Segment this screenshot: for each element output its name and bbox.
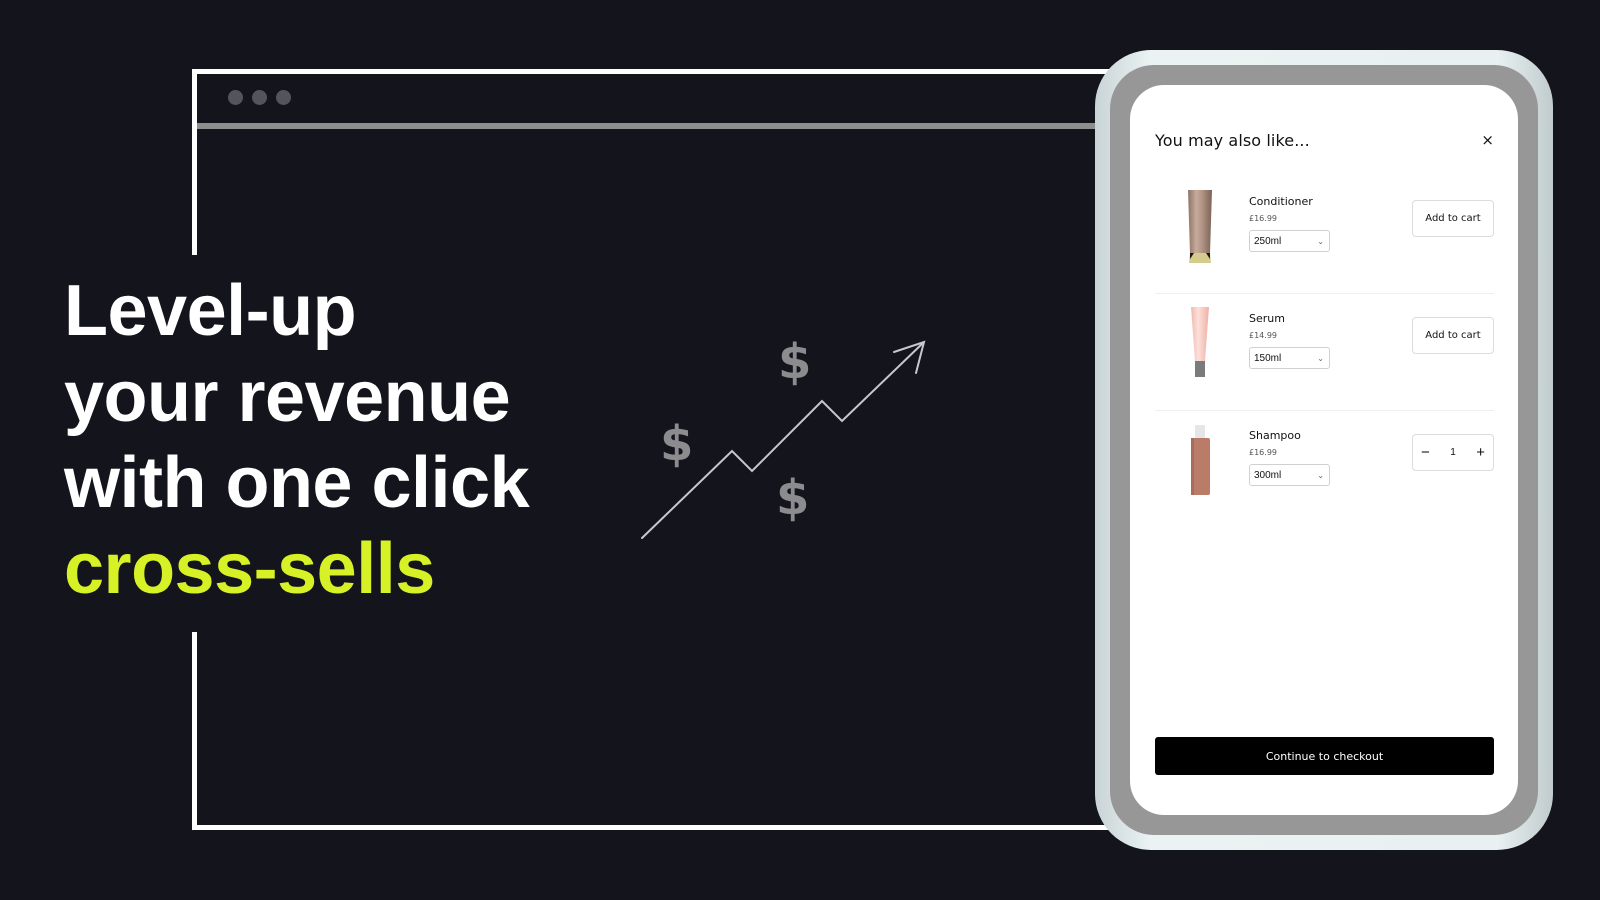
- variant-select[interactable]: 150ml ⌄: [1249, 347, 1330, 369]
- cross-sell-drawer: You may also like... × Conditioner £16.9…: [1130, 85, 1518, 815]
- headline-line: with one click: [64, 443, 530, 523]
- product-row-serum: Serum £14.99 150ml ⌄ Add to cart: [1155, 294, 1494, 411]
- variant-value: 250ml: [1254, 235, 1282, 247]
- variant-select[interactable]: 250ml ⌄: [1249, 230, 1330, 252]
- variant-select[interactable]: 300ml ⌄: [1249, 464, 1330, 486]
- dollar-icon: $: [660, 416, 694, 472]
- product-name: Conditioner: [1249, 195, 1313, 208]
- window-dot-icon: [276, 90, 291, 105]
- increase-quantity-button[interactable]: +: [1476, 445, 1485, 460]
- product-price: £14.99: [1249, 331, 1277, 340]
- product-price: £16.99: [1249, 448, 1277, 457]
- drawer-header: You may also like... ×: [1155, 131, 1494, 150]
- chevron-down-icon: ⌄: [1317, 236, 1324, 246]
- product-name: Serum: [1249, 312, 1285, 325]
- window-dot-icon: [252, 90, 267, 105]
- product-info: Serum £14.99 150ml ⌄: [1249, 312, 1330, 369]
- product-info: Conditioner £16.99 250ml ⌄: [1249, 195, 1330, 252]
- add-to-cart-button[interactable]: Add to cart: [1412, 200, 1494, 237]
- continue-to-checkout-button[interactable]: Continue to checkout: [1155, 737, 1494, 775]
- revenue-growth-graphic: $ $ $: [640, 330, 950, 560]
- conditioner-tube-image: [1188, 190, 1212, 263]
- browser-frame-bottom-border: [192, 825, 1112, 830]
- dollar-icon: $: [778, 334, 812, 390]
- browser-frame-left-border-lower: [192, 632, 197, 830]
- shampoo-bottle-image: [1191, 425, 1210, 495]
- quantity-value[interactable]: 1: [1450, 447, 1456, 458]
- product-row-conditioner: Conditioner £16.99 250ml ⌄ Add to cart: [1155, 177, 1494, 294]
- headline-line: your revenue: [64, 357, 511, 437]
- serum-tube-image: [1191, 307, 1209, 377]
- add-to-cart-button[interactable]: Add to cart: [1412, 317, 1494, 354]
- close-icon[interactable]: ×: [1481, 133, 1494, 148]
- chevron-down-icon: ⌄: [1317, 470, 1324, 480]
- drawer-title: You may also like...: [1155, 131, 1310, 150]
- dollar-icon: $: [776, 470, 810, 526]
- window-dot-icon: [228, 90, 243, 105]
- product-price: £16.99: [1249, 214, 1277, 223]
- chevron-down-icon: ⌄: [1317, 353, 1324, 363]
- browser-toolbar-divider: [197, 123, 1112, 129]
- product-info: Shampoo £16.99 300ml ⌄: [1249, 429, 1330, 486]
- headline: Level-up your revenue with one click cro…: [64, 268, 530, 612]
- phone-mockup: You may also like... × Conditioner £16.9…: [1095, 50, 1553, 850]
- quantity-stepper: − 1 +: [1412, 434, 1494, 471]
- window-controls: [228, 90, 291, 105]
- variant-value: 300ml: [1254, 469, 1282, 481]
- browser-frame-left-border-upper: [192, 69, 197, 255]
- variant-value: 150ml: [1254, 352, 1282, 364]
- browser-frame-top-border: [192, 69, 1112, 74]
- decrease-quantity-button[interactable]: −: [1421, 445, 1430, 460]
- product-list: Conditioner £16.99 250ml ⌄ Add to cart S…: [1155, 177, 1494, 528]
- product-name: Shampoo: [1249, 429, 1301, 442]
- headline-line: Level-up: [64, 271, 357, 351]
- phone-bezel: You may also like... × Conditioner £16.9…: [1110, 65, 1538, 835]
- headline-accent-line: cross-sells: [64, 529, 435, 609]
- product-row-shampoo: Shampoo £16.99 300ml ⌄ − 1 +: [1155, 411, 1494, 528]
